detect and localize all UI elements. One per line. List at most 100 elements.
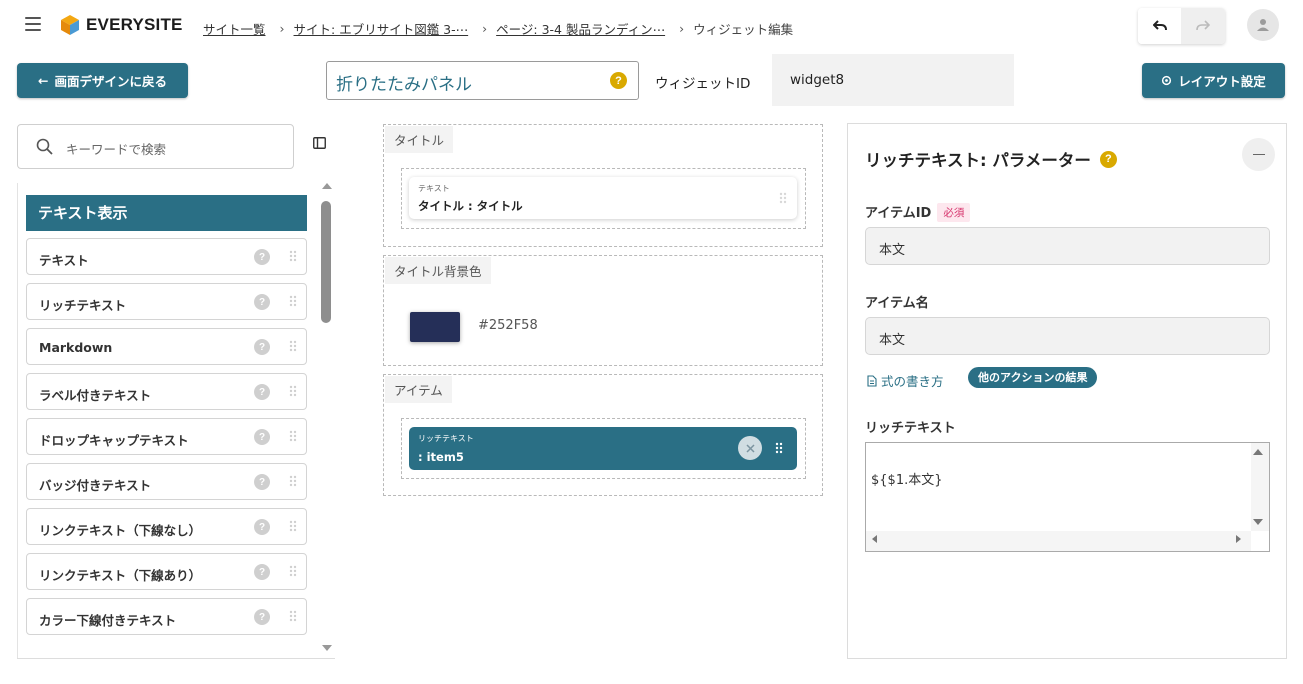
parameter-panel: リッチテキスト: パラメーター ? アイテムID 必須 本文 アイテム名 本文 式… bbox=[847, 123, 1287, 659]
document-icon bbox=[867, 374, 877, 387]
logo[interactable]: EVERYSITE bbox=[58, 14, 183, 36]
widget-card[interactable]: テキスト タイトル : タイトル bbox=[409, 177, 797, 219]
list-item-label: テキスト bbox=[39, 253, 89, 268]
palette-scrollbar[interactable] bbox=[318, 183, 335, 658]
help-icon[interactable]: ? bbox=[254, 384, 270, 400]
widget-name-value: 折りたたみパネル bbox=[336, 75, 472, 95]
undo-button[interactable] bbox=[1138, 8, 1181, 44]
scroll-thumb[interactable] bbox=[321, 201, 331, 323]
drag-handle-icon[interactable] bbox=[289, 565, 297, 577]
action-result-chip[interactable]: 他のアクションの結果 bbox=[968, 367, 1098, 388]
title-bg-section[interactable]: タイトル背景色 #252F58 bbox=[383, 255, 823, 366]
drag-handle-icon[interactable] bbox=[289, 430, 297, 442]
hamburger-icon[interactable] bbox=[25, 17, 41, 31]
back-button-label: 画面デザインに戻る bbox=[54, 74, 167, 89]
help-icon[interactable]: ? bbox=[254, 564, 270, 580]
drag-handle-icon[interactable] bbox=[289, 475, 297, 487]
help-icon[interactable]: ? bbox=[254, 474, 270, 490]
panel-toggle-icon bbox=[313, 137, 326, 149]
help-icon[interactable]: ? bbox=[254, 339, 270, 355]
item-id-field[interactable]: 本文 bbox=[865, 227, 1270, 265]
list-item[interactable]: テキスト ? bbox=[26, 238, 307, 275]
list-item-label: ドロップキャップテキスト bbox=[39, 433, 189, 448]
drag-handle-icon[interactable] bbox=[779, 192, 787, 204]
drag-handle-icon[interactable] bbox=[289, 610, 297, 622]
search-input[interactable]: キーワードで検索 bbox=[17, 124, 294, 169]
scroll-down-arrow[interactable] bbox=[1253, 519, 1263, 525]
list-item[interactable]: バッジ付きテキスト ? bbox=[26, 463, 307, 500]
help-icon[interactable]: ? bbox=[1099, 150, 1117, 168]
drag-handle-icon[interactable] bbox=[289, 295, 297, 307]
help-icon[interactable]: ? bbox=[254, 294, 270, 310]
redo-button[interactable] bbox=[1181, 8, 1225, 44]
color-swatch[interactable] bbox=[410, 312, 460, 342]
panel-title-text: リッチテキスト: パラメーター bbox=[865, 151, 1091, 170]
widget-card-selected[interactable]: リッチテキスト : item5 bbox=[409, 427, 797, 470]
panel-title: リッチテキスト: パラメーター ? bbox=[865, 147, 1117, 171]
gear-icon bbox=[1162, 75, 1172, 86]
drag-handle-icon[interactable] bbox=[289, 520, 297, 532]
formula-link-label: 式の書き方 bbox=[881, 374, 944, 389]
back-to-design-button[interactable]: ← 画面デザインに戻る bbox=[17, 63, 188, 98]
list-item-label: リンクテキスト（下線なし） bbox=[39, 523, 202, 538]
breadcrumb-sites[interactable]: サイト一覧 bbox=[203, 19, 266, 38]
logo-text: EVERYSITE bbox=[86, 15, 183, 34]
scroll-up-arrow[interactable] bbox=[1253, 449, 1263, 455]
list-item-label: リッチテキスト bbox=[39, 298, 127, 313]
search-placeholder: キーワードで検索 bbox=[66, 142, 167, 157]
rich-text-editor[interactable]: ${$1.本文} bbox=[865, 442, 1270, 552]
widget-id-field: widget8 bbox=[772, 54, 1014, 106]
layout-settings-label: レイアウト設定 bbox=[1178, 74, 1266, 89]
card-type: テキスト bbox=[418, 184, 450, 193]
list-item[interactable]: リッチテキスト ? bbox=[26, 283, 307, 320]
drag-handle-icon[interactable] bbox=[289, 250, 297, 262]
collapse-button[interactable] bbox=[1242, 138, 1275, 171]
logo-mark-icon bbox=[61, 15, 79, 35]
redo-icon bbox=[1196, 20, 1210, 31]
help-icon[interactable]: ? bbox=[254, 609, 270, 625]
top-bar: EVERYSITE サイト一覧 › サイト: エブリサイト図鑑 3-⋯ › ペー… bbox=[0, 0, 1303, 54]
item-name-field[interactable]: 本文 bbox=[865, 317, 1270, 355]
scroll-down-arrow[interactable] bbox=[322, 645, 332, 651]
help-icon[interactable]: ? bbox=[254, 519, 270, 535]
list-item[interactable]: リンクテキスト（下線なし） ? bbox=[26, 508, 307, 545]
rich-text-value: ${$1.本文} bbox=[871, 473, 943, 488]
layout-settings-button[interactable]: レイアウト設定 bbox=[1142, 63, 1285, 98]
color-hex: #252F58 bbox=[478, 318, 538, 333]
category-header[interactable]: テキスト表示 bbox=[26, 195, 307, 231]
list-item[interactable]: ドロップキャップテキスト ? bbox=[26, 418, 307, 455]
undo-redo-group bbox=[1138, 8, 1225, 44]
drop-zone[interactable]: リッチテキスト : item5 bbox=[401, 418, 806, 479]
help-icon[interactable]: ? bbox=[610, 72, 627, 89]
help-icon[interactable]: ? bbox=[254, 429, 270, 445]
card-value: : item5 bbox=[418, 450, 464, 464]
widget-id-value: widget8 bbox=[790, 72, 845, 88]
item-id-label-text: アイテムID bbox=[865, 206, 932, 221]
remove-button[interactable] bbox=[738, 436, 762, 460]
formula-help-link[interactable]: 式の書き方 bbox=[867, 371, 944, 390]
help-icon[interactable]: ? bbox=[254, 249, 270, 265]
panel-toggle-button[interactable] bbox=[303, 124, 336, 162]
breadcrumb-page[interactable]: ページ: 3-4 製品ランディン⋯ bbox=[496, 19, 665, 38]
list-item[interactable]: ラベル付きテキスト ? bbox=[26, 373, 307, 410]
vertical-scrollbar[interactable] bbox=[1251, 443, 1269, 531]
item-section[interactable]: アイテム リッチテキスト : item5 bbox=[383, 374, 823, 496]
user-avatar[interactable] bbox=[1247, 9, 1279, 41]
scroll-right-arrow[interactable] bbox=[1236, 535, 1241, 543]
breadcrumb-site[interactable]: サイト: エブリサイト図鑑 3-⋯ bbox=[294, 19, 469, 38]
list-item[interactable]: Markdown ? bbox=[26, 328, 307, 365]
scroll-left-arrow[interactable] bbox=[872, 535, 877, 543]
widget-name-input[interactable]: 折りたたみパネル ? bbox=[326, 61, 639, 100]
drag-handle-icon[interactable] bbox=[289, 385, 297, 397]
widget-palette-list: テキスト表示 テキスト ? リッチテキスト ? Markdown ? ラベル付き… bbox=[17, 183, 317, 658]
title-section[interactable]: タイトル テキスト タイトル : タイトル bbox=[383, 124, 823, 247]
horizontal-scrollbar[interactable] bbox=[866, 531, 1251, 551]
item-name-value: 本文 bbox=[879, 333, 906, 348]
list-item[interactable]: リンクテキスト（下線あり） ? bbox=[26, 553, 307, 590]
list-item[interactable]: カラー下線付きテキスト ? bbox=[26, 598, 307, 635]
scroll-up-arrow[interactable] bbox=[322, 183, 332, 189]
drop-zone[interactable]: テキスト タイトル : タイトル bbox=[401, 168, 806, 229]
drag-handle-icon[interactable] bbox=[775, 442, 783, 454]
drag-handle-icon[interactable] bbox=[289, 340, 297, 352]
section-label: タイトル bbox=[385, 126, 454, 153]
